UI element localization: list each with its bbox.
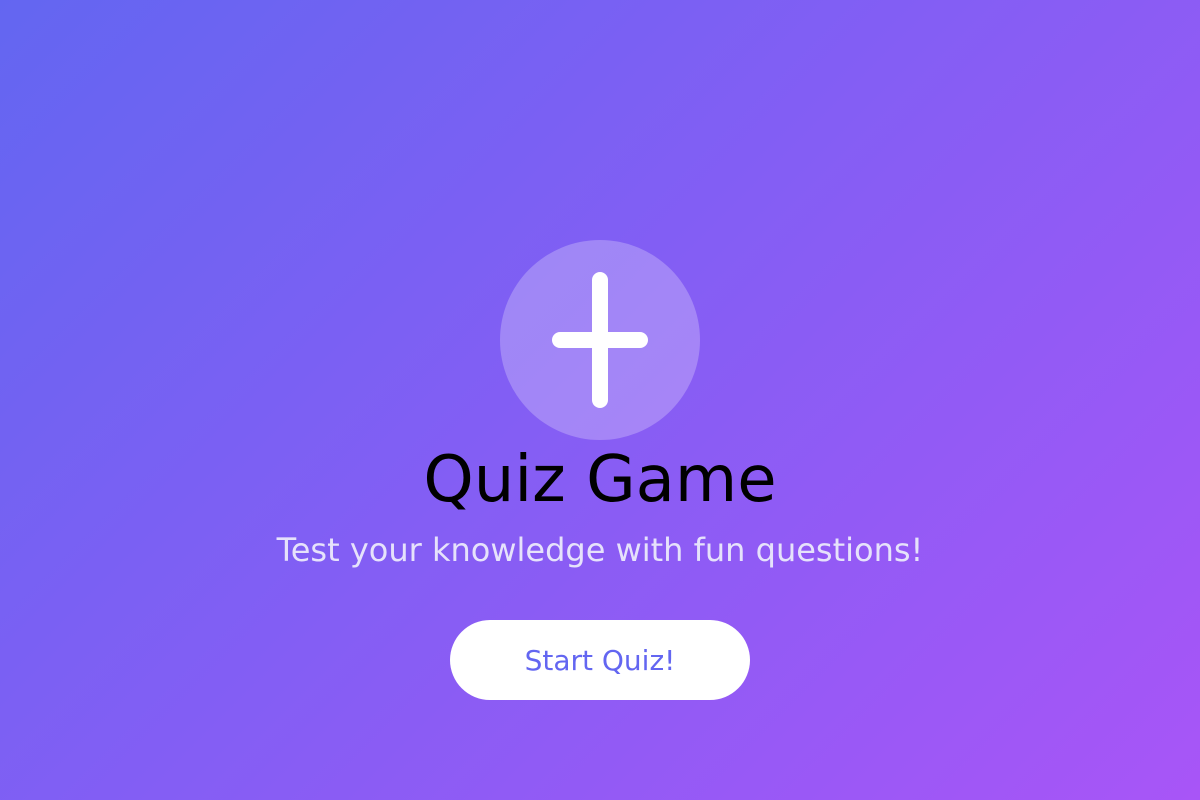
plus-icon (552, 272, 648, 408)
game-subtitle: Test your knowledge with fun questions! (276, 531, 924, 569)
game-title: Quiz Game (423, 443, 777, 517)
start-quiz-button[interactable]: Start Quiz! (450, 620, 750, 700)
logo-badge (500, 240, 700, 440)
quiz-start-screen: Quiz Game Test your knowledge with fun q… (0, 0, 1200, 800)
